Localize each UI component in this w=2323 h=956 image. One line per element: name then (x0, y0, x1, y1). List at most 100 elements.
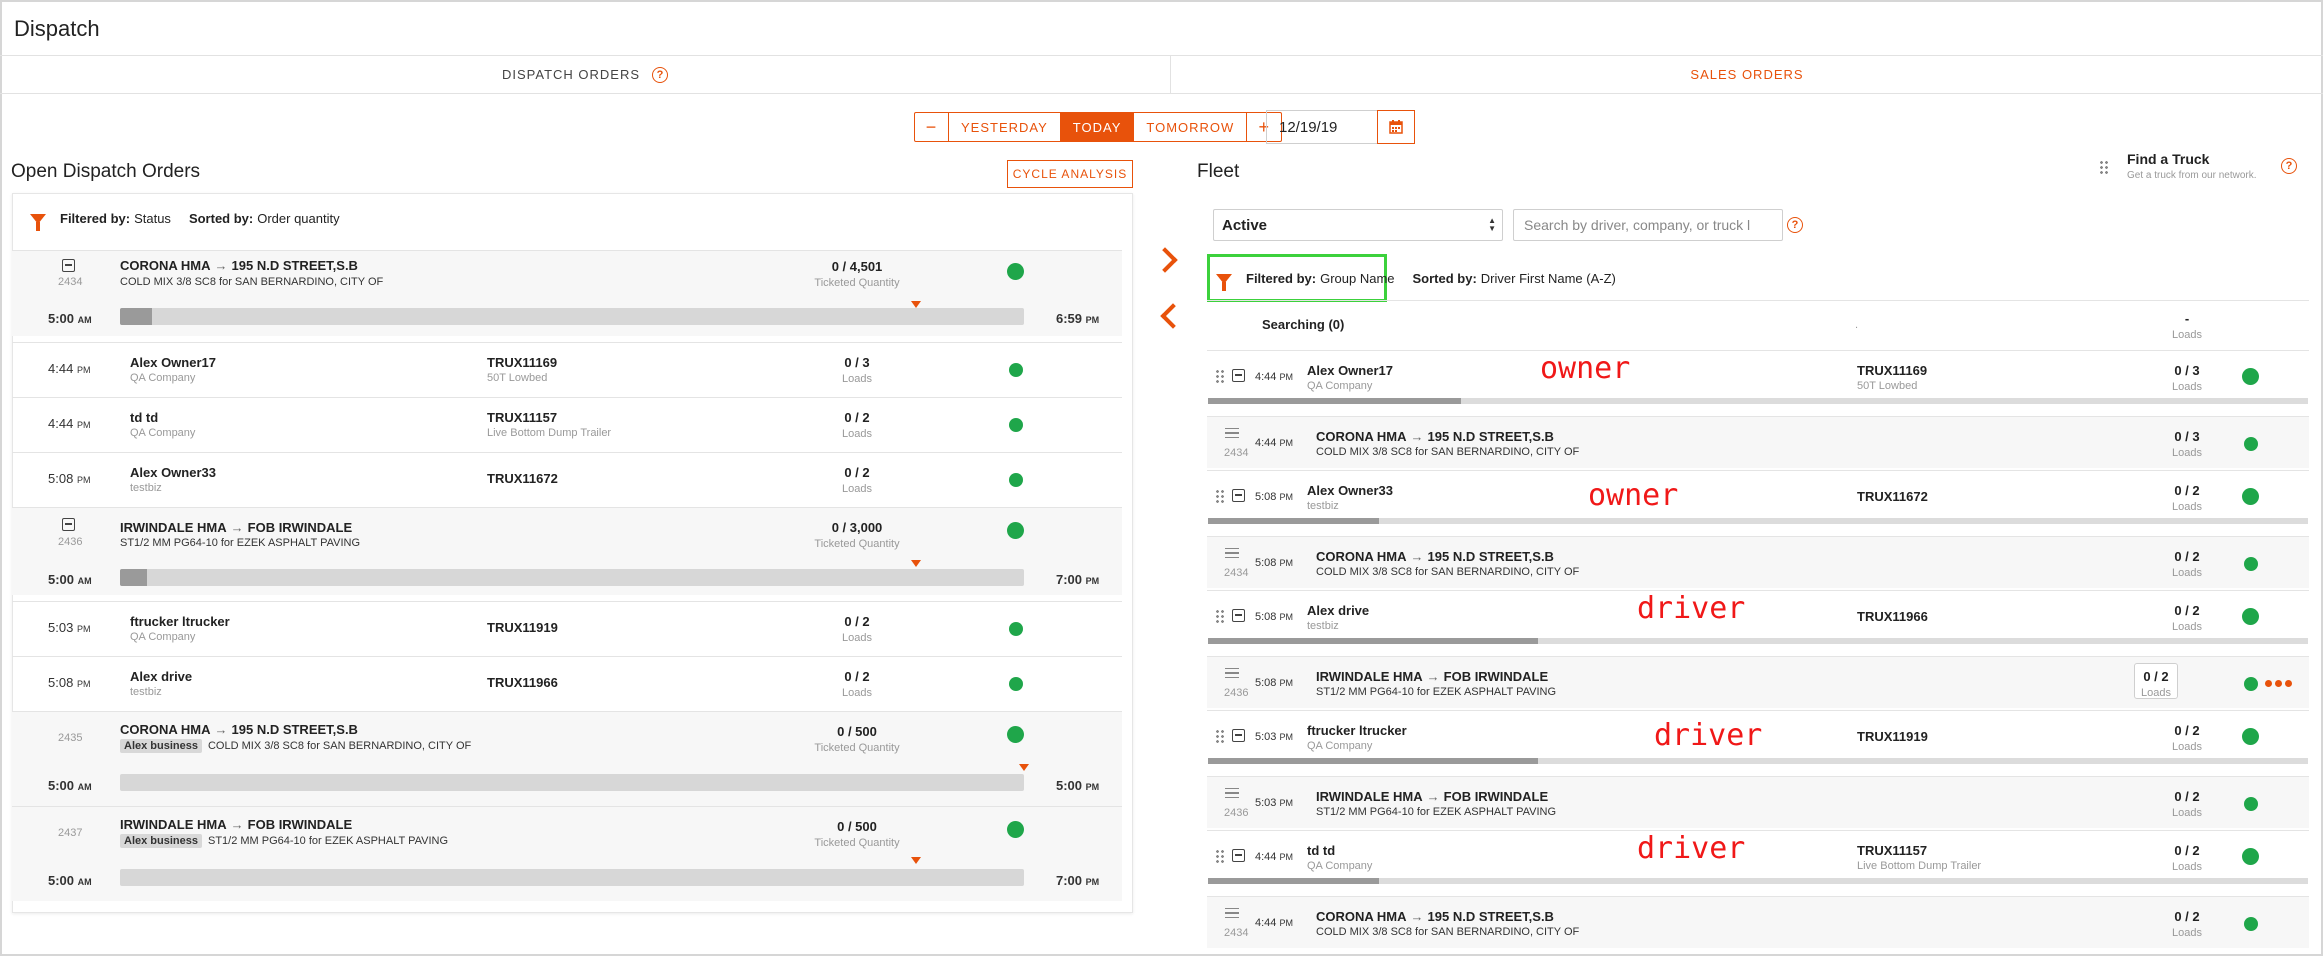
arrow-right-icon: → (230, 520, 244, 535)
searching-row[interactable]: Searching (0) . - Loads (1207, 300, 2309, 350)
menu-icon[interactable] (1225, 668, 1239, 678)
driver-company: QA Company (1307, 860, 1373, 872)
assignment-row[interactable]: 4:44 PM td td QA Company TRUX11157 Live … (12, 397, 1122, 452)
drag-handle-icon[interactable] (1215, 369, 1225, 383)
arrow-right-icon: → (1426, 789, 1440, 804)
order-number: 2436 (58, 536, 83, 548)
assignment-row[interactable]: 5:08 PM Alex drive testbiz TRUX11966 0 /… (12, 656, 1122, 711)
driver-name: Alex drive (130, 669, 193, 684)
order-number: 2436 (1224, 687, 1249, 699)
drag-handle-icon[interactable] (1215, 609, 1225, 623)
filter-funnel-icon (1216, 273, 1232, 291)
order-description: ST1/2 MM PG64-10 for EZEK ASPHALT PAVING (120, 537, 361, 549)
fleet-order-row[interactable]: 2436 5:03 PM IRWINDALE HMA → FOB IRWINDALE… (1207, 776, 2309, 828)
truck-id: TRUX11169 (487, 355, 558, 370)
status-dot (1007, 522, 1024, 539)
date-input[interactable]: 12/19/19 (1266, 110, 1378, 144)
collapse-icon[interactable] (1232, 369, 1245, 382)
dispatch-order-row[interactable]: 2437 IRWINDALE HMA → FOB IRWINDALE Alex bu… (12, 806, 1122, 901)
assignment-row[interactable]: 5:08 PM Alex Owner33 testbiz TRUX11672 0… (12, 452, 1122, 507)
previous-day-button[interactable]: − (915, 113, 949, 141)
filter-label: Filtered by: (1246, 271, 1317, 286)
collapse-icon[interactable] (62, 259, 75, 272)
fleet-search-input[interactable]: Search by driver, company, or truck l (1513, 209, 1783, 241)
sort-label: Sorted by: (1412, 271, 1477, 286)
help-icon[interactable]: ? (652, 66, 669, 83)
end-time: 7:00 PM (1056, 572, 1100, 587)
driver-company: testbiz (1307, 620, 1339, 632)
order-number: 2436 (1224, 807, 1249, 819)
end-time: 7:00 PM (1056, 873, 1100, 888)
today-button[interactable]: TODAY (1060, 113, 1135, 141)
annotation-label: driver (1637, 591, 1746, 626)
fleet-truck-row[interactable]: 5:03 PM ftrucker ltrucker QA Company dri… (1207, 710, 2309, 760)
menu-icon[interactable] (1225, 428, 1239, 438)
fleet-truck-row[interactable]: 4:44 PM td td QA Company driver TRUX1115… (1207, 830, 2309, 880)
left-filter-bar[interactable]: Filtered by: Status Sorted by: Order qua… (30, 211, 340, 231)
assignment-time: 4:44 PM (48, 361, 91, 376)
cycle-analysis-button[interactable]: CYCLE ANALYSIS (1007, 160, 1133, 188)
order-description: ST1/2 MM PG64-10 for EZEK ASPHALT PAVING (1316, 686, 1557, 698)
menu-icon[interactable] (1225, 908, 1239, 918)
collapse-icon[interactable] (1232, 849, 1245, 862)
status-dot (2244, 797, 2258, 811)
driver-name: Alex Owner33 (130, 465, 216, 480)
loads: 0 / 3 Loads (842, 355, 872, 385)
truck-type: 50T Lowbed (1857, 380, 1918, 392)
menu-icon[interactable] (1225, 788, 1239, 798)
help-icon[interactable]: ? (2281, 158, 2297, 174)
drag-handle-icon[interactable] (2099, 160, 2109, 174)
dispatch-order-row[interactable]: 2435 CORONA HMA → 195 N.D STREET,S.B Alex … (12, 711, 1122, 806)
fleet-filter-bar[interactable]: Filtered by: Group Name Sorted by: Drive… (1216, 271, 1616, 291)
collapse-icon[interactable] (62, 518, 75, 531)
drag-handle-icon[interactable] (1215, 729, 1225, 743)
order-route: IRWINDALE HMA → FOB IRWINDALE (1316, 669, 1549, 684)
tomorrow-button[interactable]: TOMORROW (1134, 113, 1248, 141)
fleet-order-row[interactable]: 2434 4:44 PM CORONA HMA → 195 N.D STREET,S… (1207, 896, 2309, 948)
calendar-button[interactable] (1377, 110, 1415, 144)
assign-left-button[interactable] (1150, 296, 1190, 336)
order-time: 4:44 PM (1255, 917, 1293, 929)
order-number: 2434 (58, 276, 83, 288)
drag-handle-icon[interactable] (1215, 849, 1225, 863)
status-dot (1007, 263, 1024, 280)
fleet-truck-row[interactable]: 4:44 PM Alex Owner17 QA Company owner TR… (1207, 350, 2309, 400)
find-a-truck[interactable]: Find a Truck Get a truck from our networ… (2127, 151, 2257, 181)
assignment-row[interactable]: 5:03 PM ftrucker ltrucker QA Company TRU… (12, 601, 1122, 656)
menu-icon[interactable] (1225, 548, 1239, 558)
more-options-icon[interactable] (2265, 680, 2292, 687)
fleet-truck-row[interactable]: 5:08 PM Alex drive testbiz driver TRUX11… (1207, 590, 2309, 640)
status-dot (2244, 557, 2258, 571)
arrow-right-icon: → (1426, 669, 1440, 684)
dispatch-order-row[interactable]: 2436 IRWINDALE HMA → FOB IRWINDALE ST1/2 M… (12, 507, 1122, 595)
drag-handle-icon[interactable] (1215, 489, 1225, 503)
order-description: COLD MIX 3/8 SC8 for SAN BERNARDINO, CIT… (1316, 926, 1580, 938)
status-dot (2242, 848, 2259, 865)
fleet-truck-row[interactable]: 5:08 PM Alex Owner33 testbiz owner TRUX1… (1207, 470, 2309, 520)
tab-sales-orders[interactable]: SALES ORDERS (1170, 56, 2323, 94)
fleet-order-row[interactable]: 2434 4:44 PM CORONA HMA → 195 N.D STREET,S… (1207, 416, 2309, 468)
fleet-order-row[interactable]: 2434 5:08 PM CORONA HMA → 195 N.D STREET,S… (1207, 536, 2309, 588)
loads: 0 / 2 Loads (2172, 483, 2202, 513)
assign-right-button[interactable] (1150, 240, 1190, 280)
find-a-truck-title: Find a Truck (2127, 151, 2210, 167)
yesterday-button[interactable]: YESTERDAY (949, 113, 1061, 141)
arrow-right-icon: → (1410, 429, 1424, 444)
collapse-icon[interactable] (1232, 489, 1245, 502)
collapse-icon[interactable] (1232, 729, 1245, 742)
ticketed-quantity: 0 / 500 Ticketed Quantity (814, 819, 900, 849)
fleet-status-select[interactable]: Active ▲ ▼ (1213, 209, 1503, 241)
truck-progress-bar (1208, 518, 2308, 524)
arrow-right-icon: → (1410, 549, 1424, 564)
assignment-time: 5:08 PM (48, 471, 91, 486)
dispatch-order-row[interactable]: 2434 CORONA HMA → 195 N.D STREET,S.B COLD … (12, 250, 1122, 336)
help-icon[interactable]: ? (1787, 217, 1803, 233)
fleet-order-row[interactable]: 2436 5:08 PM IRWINDALE HMA → FOB IRWINDALE… (1207, 656, 2309, 708)
tab-dispatch-orders[interactable]: DISPATCH ORDERS ? (0, 56, 1170, 94)
assignment-row[interactable]: 4:44 PM Alex Owner17 QA Company TRUX1116… (12, 342, 1122, 397)
time-marker (910, 301, 921, 308)
loads: 0 / 2 Loads (2172, 909, 2202, 939)
collapse-icon[interactable] (1232, 609, 1245, 622)
driver-name: Alex Owner17 (130, 355, 216, 370)
status-dot (1009, 622, 1023, 636)
